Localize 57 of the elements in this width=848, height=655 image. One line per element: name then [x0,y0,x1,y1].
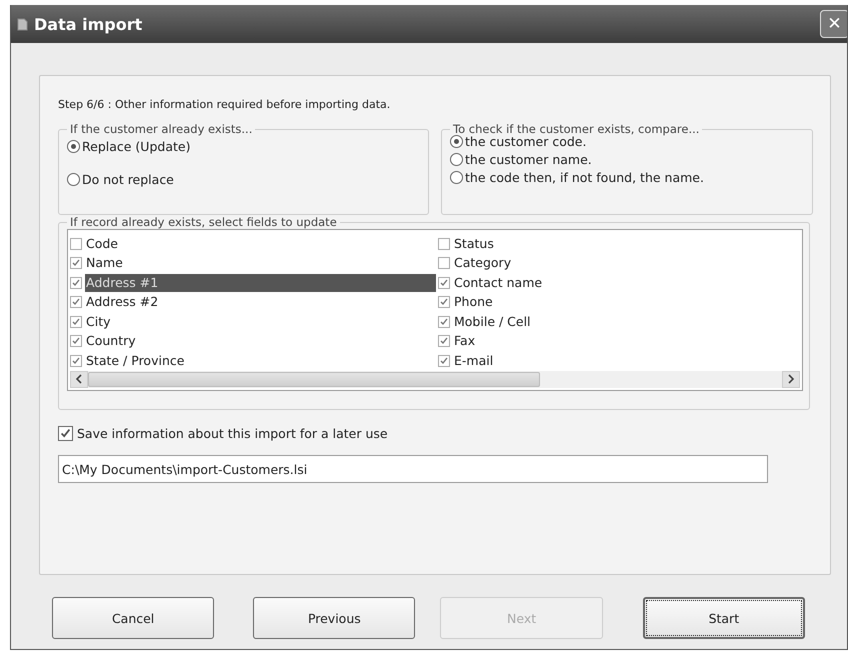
checkbox[interactable] [70,354,82,367]
scroll-left-button[interactable] [70,370,88,388]
checkbox[interactable] [70,238,82,250]
path-field[interactable]: C:\My Documents\import-Customers.lsi [58,455,768,483]
list-item[interactable]: State / Province [85,352,436,370]
radio-button[interactable] [450,171,463,184]
checkbox[interactable] [438,257,450,270]
list-item[interactable]: Contact name [453,274,542,292]
radio-option[interactable]: Do not replace [67,172,174,187]
chevron-left-icon [75,374,83,384]
group-legend: If record already exists, select fields to update [67,215,340,229]
radio-option[interactable]: the customer code. [450,134,586,149]
checkbox[interactable] [438,238,450,250]
list-item[interactable]: Code [85,234,436,253]
radio-button[interactable] [450,135,463,148]
list-item[interactable]: City [85,312,436,331]
checkbox[interactable] [438,335,450,348]
list-item[interactable]: Status [453,234,494,253]
radio-button[interactable] [450,153,463,166]
list-item[interactable]: Address #2 [85,293,436,312]
radio-option[interactable]: the customer name. [450,152,592,167]
checkbox[interactable] [438,276,450,289]
group-legend: If the customer already exists... [67,122,256,136]
radio-button[interactable] [67,173,80,186]
document-icon [17,18,28,30]
checkbox[interactable] [70,276,82,289]
list-item[interactable]: Address #1 [85,274,436,292]
scroll-right-button[interactable] [782,370,800,388]
radio-option[interactable]: the code then, if not found, the name. [450,170,704,185]
scrollbar-thumb[interactable] [88,372,540,387]
list-item[interactable]: Mobile / Cell [453,312,531,331]
group-legend: To check if the customer exists, compare... [450,122,702,136]
checkbox[interactable] [70,335,82,348]
checkbox-label[interactable]: Save information about this import for a later use [77,426,388,441]
checkbox[interactable] [70,257,82,270]
checkbox[interactable] [70,316,82,328]
close-button[interactable]: ✕ [820,10,847,38]
radio-button[interactable] [67,140,80,153]
dialog-button[interactable]: Previous [253,597,416,639]
chevron-right-icon [787,374,795,384]
list-item[interactable]: E-mail [453,352,494,370]
step-text: Step 6/6 : Other information required before importing data. [58,98,392,111]
list-item[interactable]: Country [85,332,436,350]
checkbox[interactable] [438,296,450,308]
list-item[interactable]: Category [453,254,512,272]
checkbox[interactable] [438,316,450,328]
dialog-button[interactable]: Cancel [52,597,214,639]
radio-option[interactable]: Replace (Update) [67,139,190,154]
horizontal-scrollbar[interactable] [70,370,800,388]
list-item[interactable]: Fax [453,332,476,350]
window-title: Data import [34,14,142,34]
checkbox[interactable] [70,296,82,308]
list-item[interactable]: Name [85,254,436,272]
checkbox[interactable] [58,426,73,441]
list-item[interactable]: Phone [453,293,493,312]
dialog-button[interactable]: Start [642,597,805,639]
checkbox[interactable] [438,354,450,367]
